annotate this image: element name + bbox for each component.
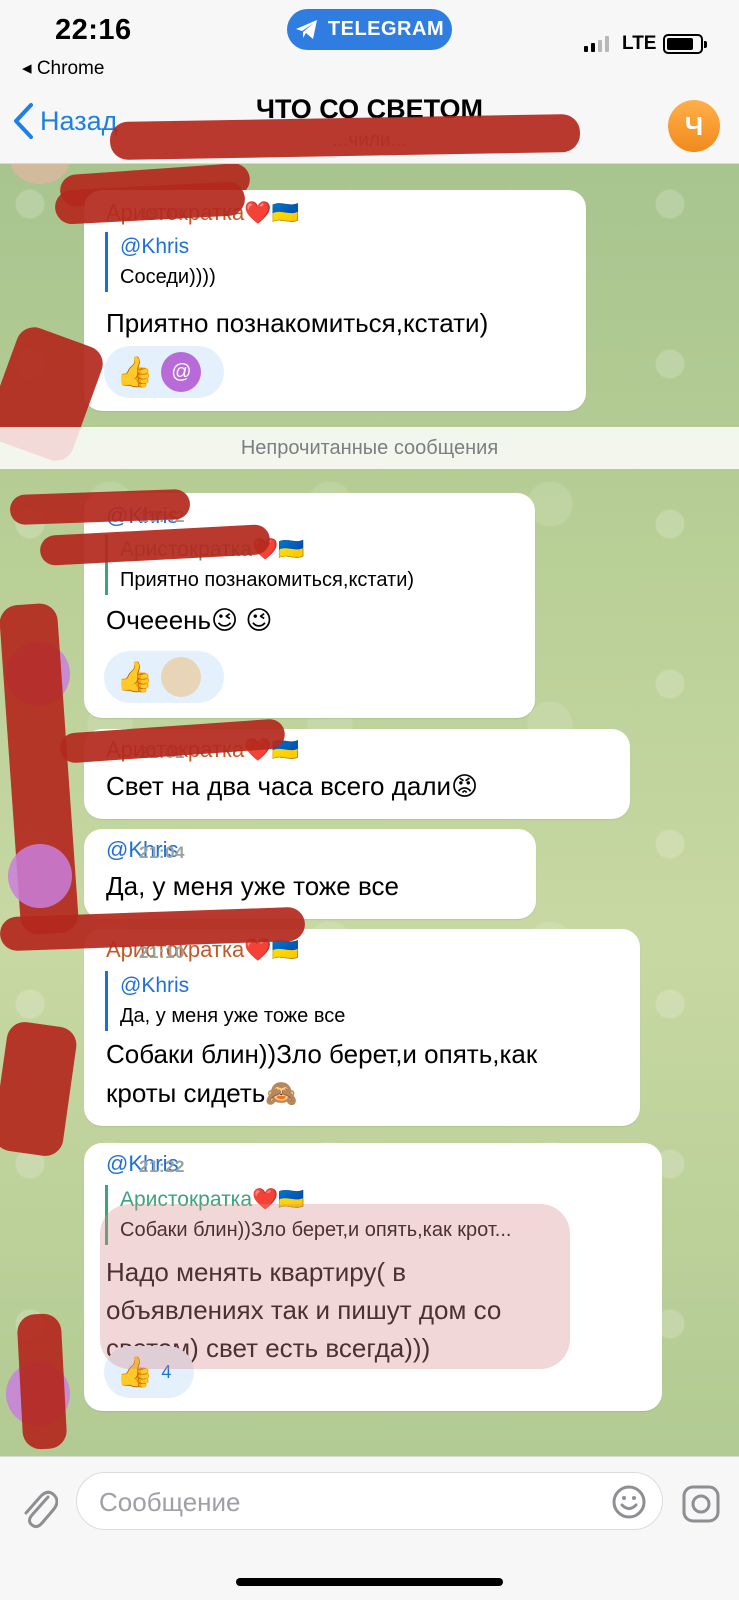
message-list[interactable]: Аристократка❤️🇺🇦 @Khris Соседи)))) Прият… [0,164,739,1456]
telegram-icon [295,19,317,39]
message-bubble[interactable]: Аристократка❤️🇺🇦 @Khris Да, у меня уже т… [84,929,640,1126]
sticker-icon[interactable] [681,1484,721,1524]
status-time: 22:16 [55,14,132,46]
message-bubble[interactable]: Аристократка❤️🇺🇦 @Khris Соседи)))) Прият… [84,190,586,411]
message-bubble[interactable]: @Khris Аристократка❤️🇺🇦 Приятно познаком… [84,493,535,718]
message-bubble[interactable]: @Khris Да, у меня уже тоже все 21:04 [84,829,536,919]
redaction-mark [0,1019,79,1159]
avatar[interactable] [8,844,72,908]
status-bar: 22:16 ◂ Chrome TELEGRAM LTE [0,0,739,88]
message-input-box[interactable] [76,1472,663,1530]
back-button-label: Назад [40,105,118,136]
chat-header: ЧТО СО СВЕТОМ ...чили... Назад Ч [0,88,739,164]
message-time: 19:13 [139,204,564,399]
back-app-label: Chrome [36,58,105,79]
redaction-mark [100,1204,570,1369]
back-to-app-link[interactable]: ◂ Chrome [22,57,104,80]
chevron-left-icon [14,103,33,139]
back-button[interactable]: Назад [12,102,117,140]
avatar[interactable] [10,164,70,184]
network-label: LTE [622,33,657,54]
signal-icon [584,36,609,52]
home-indicator[interactable] [236,1578,503,1586]
message-time: 21:04 [139,843,185,862]
message-time: 21:10 [139,943,185,962]
message-input[interactable] [99,1485,579,1519]
redaction-mark [9,488,191,526]
paperclip-icon[interactable] [18,1483,58,1531]
redaction-mark [109,113,581,161]
telegram-pill[interactable]: TELEGRAM [287,9,452,50]
chat-avatar[interactable]: Ч [668,100,720,152]
unread-separator: Непрочитанные сообщения [0,427,739,469]
battery-icon [663,34,707,54]
telegram-label: TELEGRAM [327,18,445,40]
emoji-icon[interactable] [611,1484,647,1520]
redaction-mark [16,1312,68,1451]
